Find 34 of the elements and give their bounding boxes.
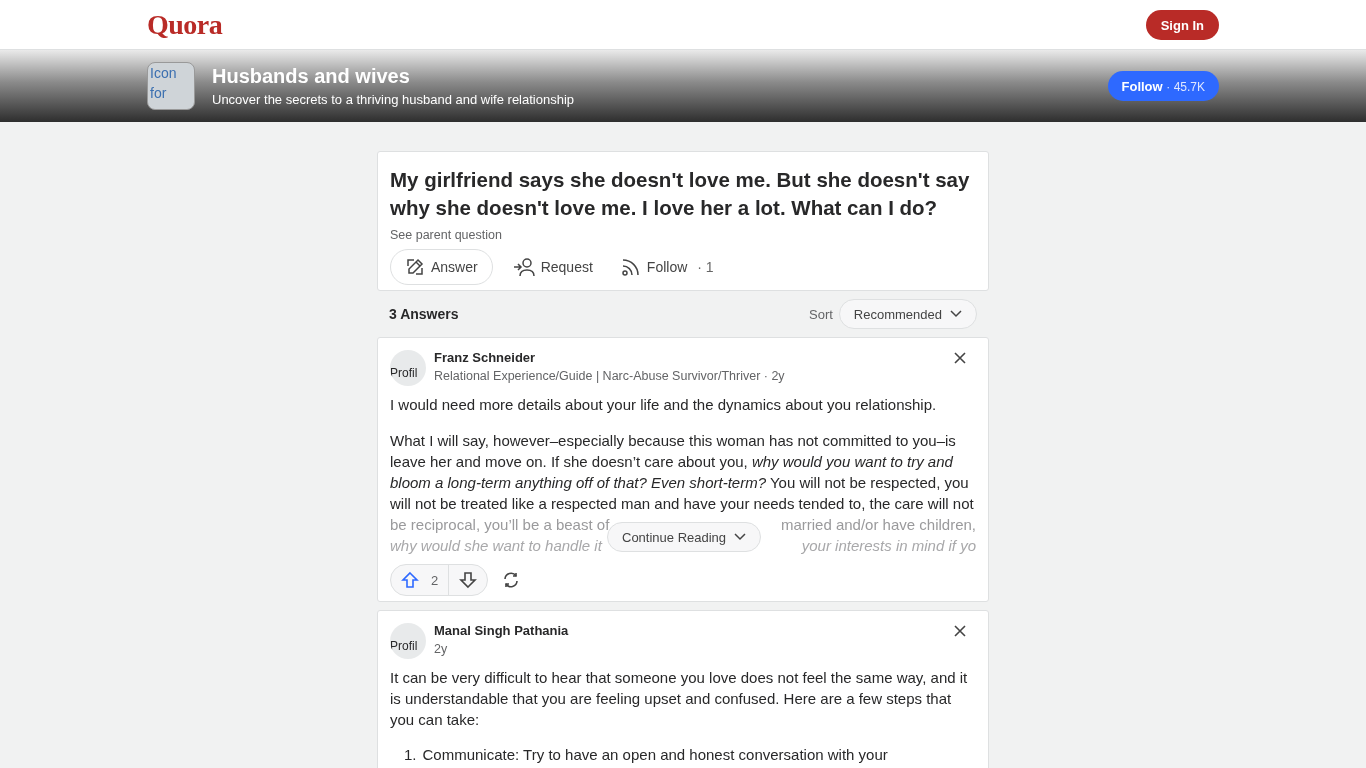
chevron-down-icon: [734, 533, 747, 541]
pencil-icon: [405, 257, 425, 277]
list-number: 1.: [404, 745, 417, 765]
quora-logo[interactable]: Quora: [147, 9, 223, 41]
space-tagline: Uncover the secrets to a thriving husband and wife relationship: [212, 92, 576, 107]
person-add-icon: [512, 257, 535, 277]
sort-dropdown[interactable]: Recommended: [838, 299, 977, 329]
avatar-alt-text: Profil: [390, 365, 419, 380]
parent-question-link[interactable]: See parent question: [390, 228, 502, 242]
author-name[interactable]: Franz Schneider: [434, 350, 942, 365]
answer-paragraph: I would need more details about your life and the dynamics about you relationship.: [390, 395, 938, 415]
arrow-up-icon: [401, 571, 419, 589]
faded-text: why would she want to handle it: [390, 536, 602, 556]
faded-text: married and/or have children,: [780, 515, 976, 535]
answer-list-item: Communicate: Try to have an open and honest conversation with your: [422, 745, 888, 765]
question-title[interactable]: My girlfriend says she doesn't love me. But she doesn't say why she doesn't love me. I love her a lot. What can I do?: [390, 166, 976, 222]
follow-button[interactable]: Follow · 45.7K: [1107, 71, 1219, 101]
chevron-down-icon: [950, 310, 962, 318]
author-credential: 2y: [434, 642, 449, 656]
follow-button[interactable]: Follow · 1: [612, 249, 722, 285]
sign-in-button[interactable]: Sign In: [1145, 10, 1219, 40]
author-credential: Relational Experience/Guide | Narc-Abuse Survivor/Thriver · 2y: [434, 369, 786, 383]
faded-text: your interests in mind if yo: [801, 536, 976, 556]
author-name[interactable]: Manal Singh Pathania: [434, 623, 942, 638]
answer-paragraph: What I will say, however–especially because this woman has not committed to you–is leave her and move on. If she doesn’t care about you, why would you want to try and bloom a long-term anything off of that? Even short-term? You will not be respected, you will not be treated like a respected man and have your needs tended to, the care will not: [390, 431, 975, 514]
faded-text: be reciprocal, you’ll be a beast of: [390, 515, 610, 535]
answer-count: 3 Answers: [389, 306, 460, 322]
upvote-button[interactable]: 2: [391, 565, 449, 595]
sort-label: Sort: [809, 306, 833, 322]
rss-icon: [620, 257, 641, 277]
icon-alt-text: Icon for: [149, 64, 178, 103]
answer-paragraph: It can be very difficult to hear that someone you love does not feel the same way, and it is understandable that you are feeling upset and confused. Here are a few steps that you can take:: [390, 668, 969, 730]
request-button[interactable]: Request: [504, 249, 601, 285]
avatar-alt-text: Profil: [390, 638, 419, 653]
